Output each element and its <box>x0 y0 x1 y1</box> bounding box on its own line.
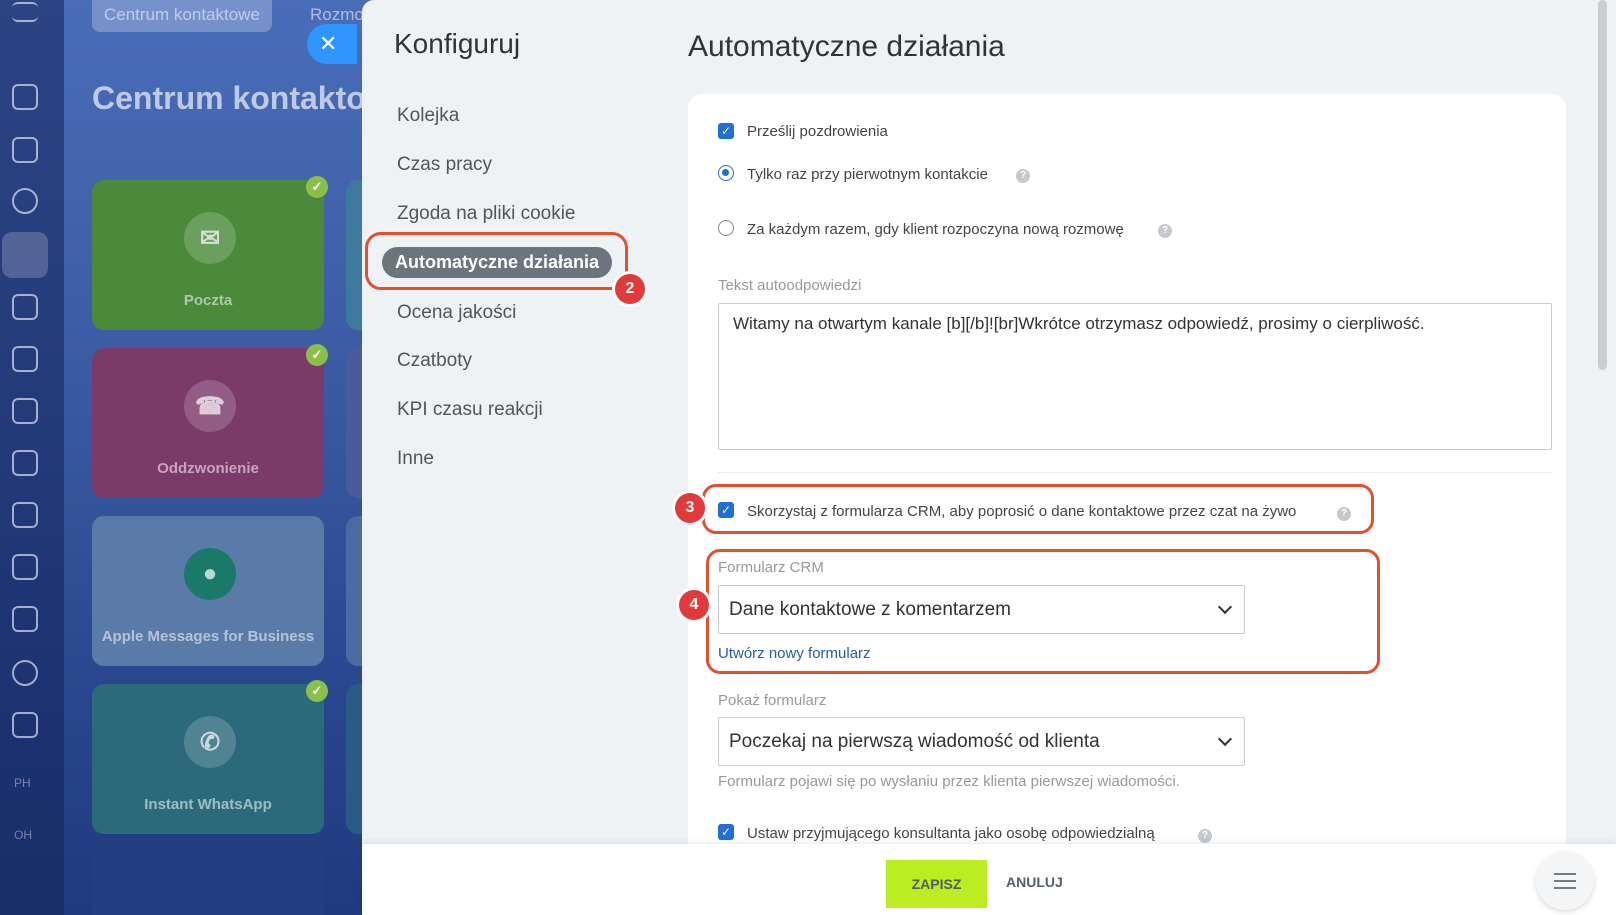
greet-checkbox[interactable]: ✓ <box>718 123 734 139</box>
tile-whatsapp[interactable]: ✆ Instant WhatsApp ✓ <box>92 680 328 834</box>
bar-chart-icon[interactable] <box>12 554 38 580</box>
page-title: Automatyczne działania <box>688 30 1005 63</box>
contact-center-icon[interactable] <box>2 232 48 278</box>
nav-item-other[interactable]: Inne <box>397 448 434 470</box>
autoreply-label: Tekst autoodpowiedzi <box>718 277 862 294</box>
box-icon[interactable] <box>12 712 38 738</box>
envelope-icon: ✉ <box>184 212 236 264</box>
tile-label: Oddzwonienie <box>157 460 259 477</box>
phone-icon: ☎ <box>184 380 236 432</box>
show-form-value: Poczekaj na pierwszą wiadomość od klient… <box>729 731 1100 752</box>
target-icon[interactable] <box>12 188 38 214</box>
scrollbar[interactable] <box>1598 0 1607 370</box>
nav-item-working-hours[interactable]: Czas pracy <box>397 154 492 176</box>
check-icon: ✓ <box>306 344 328 366</box>
tile-label: Instant WhatsApp <box>144 796 272 813</box>
annotation-box-3 <box>702 484 1374 534</box>
annotation-badge-3: 3 <box>675 493 705 523</box>
show-form-hint: Formularz pojawi się po wysłaniu przez k… <box>718 773 1180 790</box>
sidebar-text: PH <box>14 776 31 790</box>
tile-partial <box>92 852 324 915</box>
show-form-select[interactable]: Poczekaj na pierwszą wiadomość od klient… <box>718 717 1245 766</box>
greet-checkbox-label: Prześlij pozdrowienia <box>747 123 888 140</box>
responsible-checkbox-label: Ustaw przyjmującego konsultanta jako oso… <box>747 825 1155 842</box>
circle-icon[interactable] <box>12 660 38 686</box>
bg-tab-contact-center[interactable]: Centrum kontaktowe <box>92 0 272 32</box>
tile-stub <box>346 684 362 834</box>
cart-icon[interactable] <box>12 398 38 424</box>
help-icon[interactable]: ? <box>1198 829 1212 843</box>
close-button[interactable]: ✕ <box>307 24 357 64</box>
nav-item-cookies[interactable]: Zgoda na pliki cookie <box>397 203 576 225</box>
close-icon: ✕ <box>319 31 338 56</box>
whatsapp-icon: ✆ <box>184 716 236 768</box>
radio-each[interactable] <box>718 220 734 236</box>
nav-title: Konfiguruj <box>394 28 521 59</box>
check-icon: ✓ <box>306 680 328 702</box>
radio-each-label: Za każdym razem, gdy klient rozpoczyna n… <box>747 221 1124 238</box>
tile-stub <box>346 180 362 330</box>
sidebar-icon-2[interactable] <box>12 137 38 163</box>
annotation-box-2 <box>365 232 628 290</box>
annotation-badge-4: 4 <box>679 590 709 620</box>
radio-once-label: Tylko raz przy pierwotnym kontakcie <box>747 166 988 183</box>
tile-callback[interactable]: ☎ Oddzwonienie ✓ <box>92 344 328 498</box>
radio-once[interactable] <box>718 165 734 181</box>
store-icon[interactable] <box>12 450 38 476</box>
check-icon: ✓ <box>306 176 328 198</box>
tile-stub <box>346 516 362 666</box>
tile-apple-messages[interactable]: ● Apple Messages for Business <box>92 516 324 666</box>
cancel-button[interactable]: ANULUJ <box>1006 874 1063 890</box>
annotation-badge-2: 2 <box>615 274 645 304</box>
autoreply-textarea[interactable]: Witamy na otwartym kanale [b][/b]![br]Wk… <box>718 303 1552 450</box>
tile-email[interactable]: ✉ Poczta ✓ <box>92 176 328 330</box>
pencil-icon[interactable] <box>12 346 38 372</box>
menu-button[interactable] <box>1536 852 1594 910</box>
left-sidebar: PH OH <box>0 0 64 915</box>
list-icon <box>1554 880 1576 882</box>
list-icon <box>1554 873 1576 875</box>
help-icon[interactable]: ? <box>1016 169 1030 183</box>
tile-label: Apple Messages for Business <box>101 628 315 645</box>
tile-label: Poczta <box>183 292 233 309</box>
robot-icon[interactable] <box>12 294 38 320</box>
chevron-down-icon <box>1217 731 1233 747</box>
document-icon[interactable] <box>12 606 38 632</box>
divider <box>718 472 1552 473</box>
nav-item-quality[interactable]: Ocena jakości <box>397 302 516 324</box>
save-button[interactable]: ZAPISZ <box>886 860 987 908</box>
nav-item-chatbots[interactable]: Czatboty <box>397 350 472 372</box>
list-icon <box>1554 887 1576 889</box>
footer-bar <box>362 844 1616 915</box>
calendar-icon[interactable] <box>12 502 38 528</box>
nav-item-kpi[interactable]: KPI czasu reakcji <box>397 399 543 421</box>
bg-page-title: Centrum kontaktow <box>92 80 391 116</box>
tile-stub <box>346 348 362 498</box>
chat-bubble-icon: ● <box>184 548 236 600</box>
nav-item-queue[interactable]: Kolejka <box>397 105 459 127</box>
hamburger-icon[interactable] <box>12 2 38 22</box>
show-form-label: Pokaż formularz <box>718 692 827 709</box>
sidebar-text: OH <box>14 828 32 842</box>
sidebar-icon-1[interactable] <box>12 84 38 110</box>
responsible-checkbox[interactable]: ✓ <box>718 824 734 840</box>
annotation-box-4 <box>706 549 1380 674</box>
help-icon[interactable]: ? <box>1158 224 1172 238</box>
